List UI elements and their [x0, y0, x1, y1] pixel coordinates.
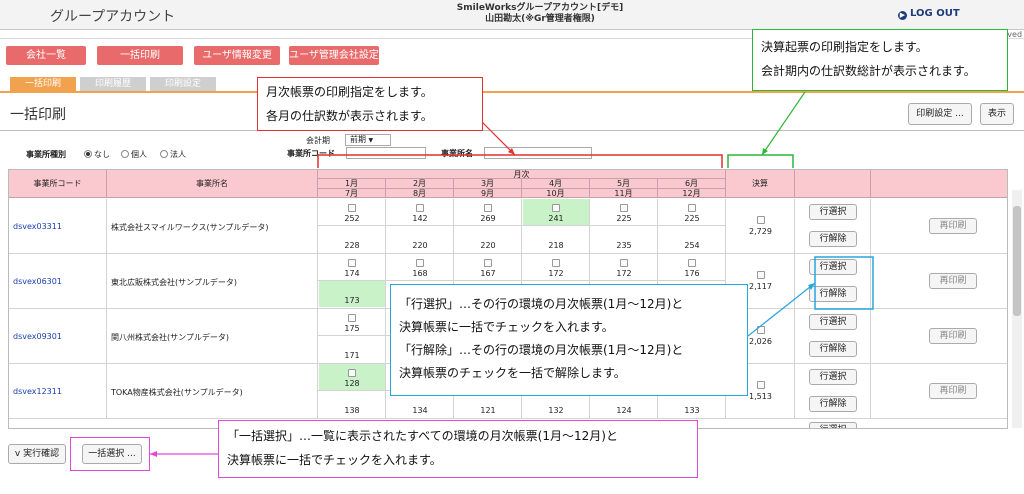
callout-line: 決算起票の印刷指定をします。	[761, 40, 928, 54]
callout-line: 決算帳票に一括でチェックを入れます。	[227, 453, 442, 467]
callout-line: 各月の仕訳数が表示されます。	[266, 109, 433, 123]
callout-line: 月次帳票の印刷指定をします。	[266, 85, 433, 99]
callout-monthly: 月次帳票の印刷指定をします。 各月の仕訳数が表示されます。	[257, 77, 483, 131]
callout-line: 会計期内の仕訳数総計が表示されます。	[761, 64, 976, 78]
callout-line: 「行選択」…その行の環境の月次帳票(1月～12月)と	[399, 297, 684, 311]
callout-line: 「行解除」…その行の環境の月次帳票(1月～12月)と	[399, 343, 684, 357]
callout-settlement: 決算起票の印刷指定をします。 会計期内の仕訳数総計が表示されます。	[752, 29, 1008, 91]
callout-line: 「一括選択」…一覧に表示されたすべての環境の月次帳票(1月～12月)と	[227, 429, 618, 443]
callout-line: 決算帳票のチェックを一括で解除します。	[399, 366, 626, 380]
callout-row-buttons: 「行選択」…その行の環境の月次帳票(1月～12月)と 決算帳票に一括でチェックを…	[390, 284, 748, 396]
callout-select-all: 「一括選択」…一覧に表示されたすべての環境の月次帳票(1月～12月)と 決算帳票…	[218, 420, 698, 478]
callout-line: 決算帳票に一括でチェックを入れます。	[399, 320, 614, 334]
